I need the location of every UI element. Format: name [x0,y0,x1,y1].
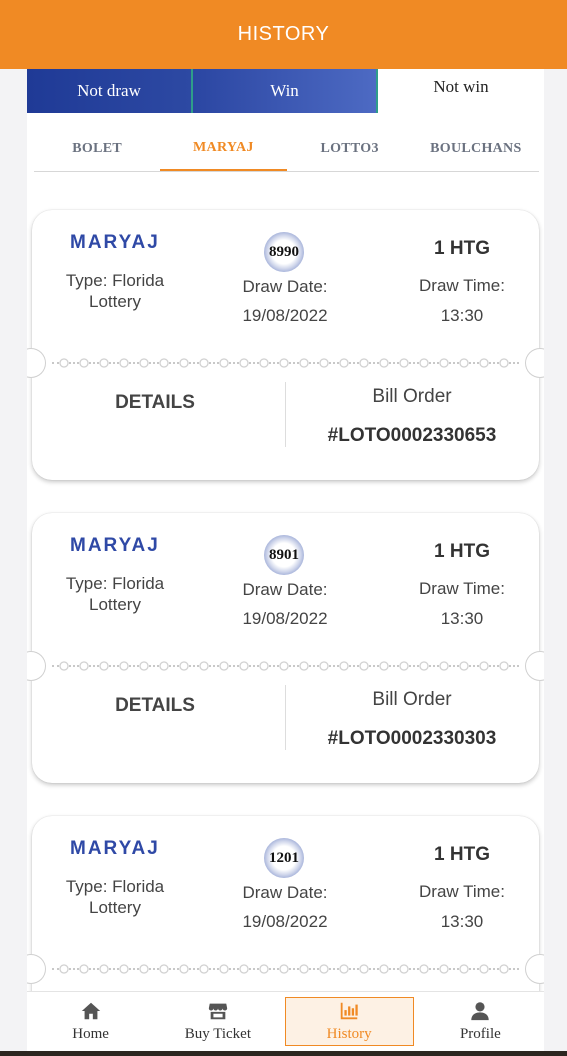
draw-time-value: 13:30 [440,609,484,628]
ticket-type: Type: Florida Lottery [65,271,165,311]
ticket-amount: 1 HTG [434,844,490,865]
ticket-notch-right [525,954,544,984]
ticket-divider [285,685,286,750]
nav-profile-label: Profile [459,1026,501,1042]
ticket-game-name: MARYAJ [70,535,160,556]
game-tabs: BOLET MARYAJ LOTTO3 BOULCHANS [34,127,539,172]
ticket-type: Type: Florida Lottery [65,877,165,917]
draw-date-label: Draw Date: [242,883,328,902]
ticket-type: Type: Florida Lottery [65,574,165,614]
draw-time-value: 13:30 [440,912,484,931]
nav-buy-ticket-label: Buy Ticket [184,1026,252,1042]
ticket-number-ball: 8901 [264,535,304,575]
bill-order-label: Bill Order [372,689,452,710]
history-content: Not draw Win Not win BOLET MARYAJ LOTTO3… [27,69,544,1056]
draw-time-label: Draw Time: [419,276,505,295]
tab-maryaj[interactable]: MARYAJ [160,127,287,171]
ticket-number-ball: 8990 [264,232,304,272]
draw-time-label: Draw Time: [419,579,505,598]
draw-date-value: 19/08/2022 [242,609,328,628]
nav-profile[interactable]: Profile [417,992,544,1051]
page-title: HISTORY [237,23,330,45]
details-button[interactable]: DETAILS [52,392,258,418]
draw-date-value: 19/08/2022 [242,306,328,325]
ticket-card: MARYAJ Type: Florida Lottery 8901 Draw D… [27,513,544,783]
ticket-game-name: MARYAJ [70,838,160,859]
home-icon [81,1002,100,1020]
tab-boulchans[interactable]: BOULCHANS [413,127,539,171]
nav-home[interactable]: Home [27,992,154,1051]
tab-bolet[interactable]: BOLET [34,127,160,171]
device-bottom-edge [0,1051,567,1056]
user-icon [471,1002,490,1021]
ticket-amount: 1 HTG [434,238,490,259]
nav-home-label: Home [72,1026,109,1042]
tab-win[interactable]: Win [191,69,378,113]
draw-time-value: 13:30 [440,306,484,325]
ticket-perforation [27,954,544,984]
tab-not-draw[interactable]: Not draw [27,69,191,113]
bill-order-label: Bill Order [372,386,452,407]
status-tabs: Not draw Win Not win [27,69,544,113]
tab-not-win[interactable]: Not win [378,69,544,113]
chart-icon [340,1002,358,1020]
perforation-dots [54,659,517,673]
ticket-notch-left [27,348,46,378]
details-button[interactable]: DETAILS [52,695,258,721]
tab-lotto3[interactable]: LOTTO3 [287,127,413,171]
draw-time-label: Draw Time: [419,882,505,901]
app-header: HISTORY [0,0,567,69]
nav-history-label: History [326,1026,372,1042]
draw-date-label: Draw Date: [242,580,328,599]
ticket-game-name: MARYAJ [70,232,160,253]
bill-order-id: #LOTO0002330303 [327,728,497,749]
draw-date-label: Draw Date: [242,277,328,296]
ticket-amount: 1 HTG [434,541,490,562]
nav-history[interactable]: History [284,997,414,1046]
bottom-nav: Home Buy Ticket History Profile [27,991,544,1051]
ticket-notch-left [27,651,46,681]
ticket-perforation [27,348,544,378]
bill-order-id: #LOTO0002330653 [327,425,497,446]
ticket-perforation [27,651,544,681]
ticket-card: MARYAJ Type: Florida Lottery 8990 Draw D… [27,210,544,480]
perforation-dots [54,356,517,370]
ticket-notch-left [27,954,46,984]
store-icon [208,1003,228,1020]
perforation-dots [54,962,517,976]
ticket-notch-right [525,651,544,681]
ticket-notch-right [525,348,544,378]
ticket-number-ball: 1201 [264,838,304,878]
ticket-divider [285,382,286,447]
draw-date-value: 19/08/2022 [242,912,328,931]
nav-buy-ticket[interactable]: Buy Ticket [154,992,281,1051]
